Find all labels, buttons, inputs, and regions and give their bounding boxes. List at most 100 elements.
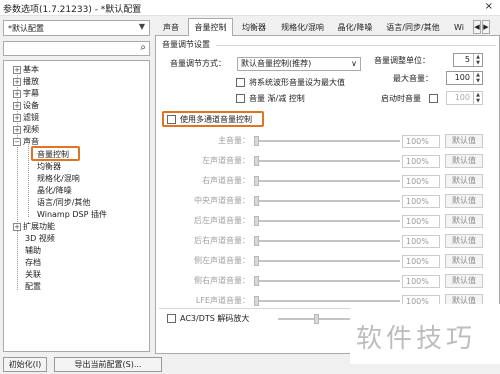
- tab-volume-control[interactable]: 音量控制: [188, 18, 233, 37]
- search-icon[interactable]: ⌕: [140, 42, 146, 53]
- search-input[interactable]: ⌕: [3, 41, 150, 56]
- tree-item-extensions[interactable]: + 扩展功能: [13, 222, 55, 232]
- stepper-arrows-icon[interactable]: ▲ ▼: [473, 54, 482, 66]
- channel-percent-field[interactable]: 100%: [402, 235, 440, 248]
- channel-percent-field[interactable]: 100%: [402, 155, 440, 168]
- preset-value: *默认配置: [8, 24, 44, 33]
- slider-track: [254, 200, 400, 202]
- expand-icon[interactable]: +: [13, 125, 21, 134]
- channel-percent-field[interactable]: 100%: [402, 135, 440, 148]
- start-volume-value: 100: [454, 93, 470, 102]
- slider-thumb[interactable]: [254, 136, 259, 146]
- tab-normalize[interactable]: 规格化/混响: [275, 20, 330, 36]
- watermark: 软件技巧: [356, 324, 477, 354]
- tree-item-equalizer[interactable]: 均衡器: [37, 162, 61, 172]
- expand-icon[interactable]: +: [13, 89, 21, 98]
- init-button[interactable]: 初始化(I): [3, 357, 47, 372]
- channel-volume-slider[interactable]: [254, 156, 400, 166]
- channel-percent-field[interactable]: 100%: [402, 255, 440, 268]
- tree-item-denoise[interactable]: 晶化/降噪: [37, 186, 72, 196]
- channel-volume-slider[interactable]: [254, 236, 400, 246]
- tab-winamp[interactable]: Wi: [448, 20, 470, 36]
- start-volume-stepper[interactable]: 100 ▲ ▼: [446, 91, 483, 105]
- ac3-dts-checkbox[interactable]: [167, 314, 176, 323]
- ac3-dts-slider[interactable]: [278, 314, 352, 324]
- channel-volume-slider[interactable]: [254, 216, 400, 226]
- channel-label: LFE声道音量：: [195, 296, 250, 305]
- tree-item-basic[interactable]: + 基本: [13, 65, 39, 75]
- expand-icon[interactable]: +: [13, 65, 21, 74]
- group-title: 音量调节设置: [162, 40, 210, 49]
- tree-item-subtitle[interactable]: + 字幕: [13, 89, 39, 99]
- tab-language-sync[interactable]: 语言/同步/其他: [380, 20, 446, 36]
- channel-default-button[interactable]: 默认值: [445, 254, 483, 268]
- tree-item-device[interactable]: + 设备: [13, 101, 39, 111]
- multi-channel-label: 使用多通道音量控制: [180, 115, 252, 124]
- tree-item-language-sync[interactable]: 语言/同步/其他: [37, 198, 90, 208]
- multi-channel-checkbox[interactable]: [167, 115, 176, 124]
- channel-percent-field[interactable]: 100%: [402, 215, 440, 228]
- stepper-arrows-icon[interactable]: ▲ ▼: [473, 92, 482, 104]
- max-wave-volume-checkbox[interactable]: [236, 78, 245, 87]
- tree-item-playback[interactable]: + 播放: [13, 77, 39, 87]
- channel-default-button[interactable]: 默认值: [445, 154, 483, 168]
- tab-scroll-right-icon[interactable]: ▶: [482, 20, 490, 34]
- channel-default-button[interactable]: 默认值: [445, 234, 483, 248]
- slider-thumb[interactable]: [254, 216, 259, 226]
- tree-item-3d-video[interactable]: 3D 视频: [25, 234, 55, 244]
- expand-icon[interactable]: +: [13, 77, 21, 86]
- tab-denoise[interactable]: 晶化/降噪: [332, 20, 378, 36]
- channel-default-button[interactable]: 默认值: [445, 174, 483, 188]
- channel-volume-slider[interactable]: [254, 276, 400, 286]
- slider-thumb[interactable]: [254, 156, 259, 166]
- tree-item-association[interactable]: 关联: [25, 270, 41, 280]
- slider-track: [254, 240, 400, 242]
- channel-default-button[interactable]: 默认值: [445, 194, 483, 208]
- slider-thumb[interactable]: [254, 176, 259, 186]
- volume-fade-checkbox[interactable]: [236, 94, 245, 103]
- channel-volume-slider[interactable]: [254, 176, 400, 186]
- channel-default-button[interactable]: 默认值: [445, 134, 483, 148]
- tab-audio[interactable]: 声音: [155, 20, 187, 36]
- channel-percent-field[interactable]: 100%: [402, 175, 440, 188]
- collapse-icon[interactable]: −: [13, 137, 21, 146]
- expand-icon[interactable]: +: [13, 101, 21, 110]
- slider-thumb[interactable]: [254, 276, 259, 286]
- close-icon[interactable]: ×: [485, 1, 493, 12]
- start-volume-label: 启动时音量: [381, 94, 421, 103]
- tree-item-assist[interactable]: 辅助: [25, 246, 41, 256]
- channel-volume-slider[interactable]: [254, 196, 400, 206]
- slider-thumb[interactable]: [254, 236, 259, 246]
- start-volume-checkbox[interactable]: [429, 94, 438, 103]
- tree-item-video[interactable]: + 视频: [13, 125, 39, 135]
- unit-stepper[interactable]: 5 ▲ ▼: [453, 53, 483, 67]
- stepper-arrows-icon[interactable]: ▲ ▼: [473, 72, 482, 84]
- channel-volume-slider[interactable]: [254, 256, 400, 266]
- channel-percent-field[interactable]: 100%: [402, 195, 440, 208]
- mode-select[interactable]: 默认音量控制(推荐) ∨: [237, 57, 361, 71]
- slider-thumb[interactable]: [254, 296, 259, 306]
- slider-thumb[interactable]: [254, 256, 259, 266]
- channel-volume-slider[interactable]: [254, 136, 400, 146]
- tree-item-normalize[interactable]: 规格化/混响: [37, 174, 80, 184]
- channel-label: 后左声道音量：: [194, 216, 250, 225]
- expand-icon[interactable]: +: [13, 113, 21, 122]
- max-volume-stepper[interactable]: 100 ▲ ▼: [446, 71, 483, 85]
- slider-thumb[interactable]: [254, 196, 259, 206]
- slider-track: [254, 220, 400, 222]
- channel-default-button[interactable]: 默认值: [445, 274, 483, 288]
- tree-item-archive[interactable]: 存档: [25, 258, 41, 268]
- expand-icon[interactable]: +: [13, 222, 21, 231]
- tab-equalizer[interactable]: 均衡器: [235, 20, 273, 36]
- volume-fade-label: 音量 渐/减 控制: [249, 94, 305, 103]
- preset-select[interactable]: *默认配置 ▼: [3, 20, 150, 36]
- slider-thumb[interactable]: [314, 314, 319, 324]
- tree-item-filter[interactable]: + 滤镜: [13, 113, 39, 123]
- tree-item-winamp-dsp[interactable]: Winamp DSP 插件: [37, 210, 107, 220]
- tree-item-config[interactable]: 配置: [25, 282, 41, 292]
- export-config-button[interactable]: 导出当前配置(S)...: [54, 357, 162, 372]
- channel-percent-field[interactable]: 100%: [402, 275, 440, 288]
- tab-scroll-left-icon[interactable]: ◀: [473, 20, 481, 34]
- channel-default-button[interactable]: 默认值: [445, 214, 483, 228]
- slider-track: [254, 180, 400, 182]
